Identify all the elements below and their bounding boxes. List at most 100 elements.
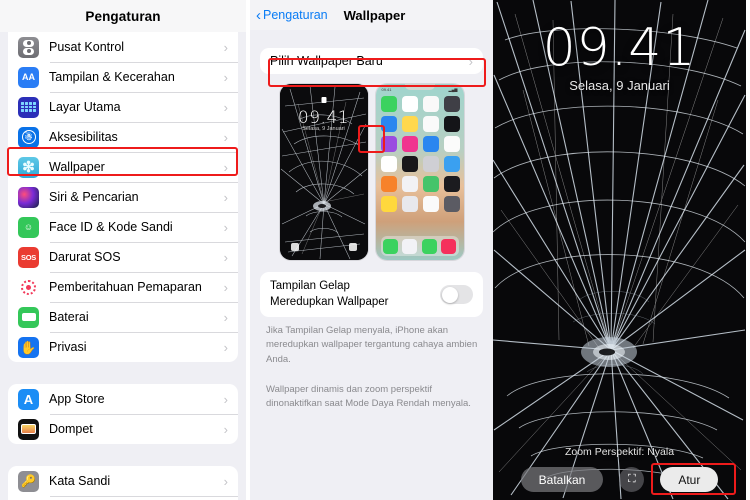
dark-mode-dim-wallpaper-row[interactable]: Tampilan Gelap Meredupkan Wallpaper <box>260 272 483 318</box>
app-icon-health-2[interactable] <box>380 156 397 172</box>
preview-time: 09.41 <box>297 108 350 128</box>
app-icon-settings[interactable] <box>422 156 439 172</box>
control-center-icon <box>18 36 39 58</box>
sidebar-item-label: Layar Utama <box>49 100 121 114</box>
exposure-notification-icon <box>18 276 39 298</box>
sidebar-item-app-store[interactable]: A App Store › <box>8 384 238 414</box>
wallpaper-nav-bar: ‹ Pengaturan Wallpaper <box>250 0 493 30</box>
app-icon-clock[interactable] <box>443 116 460 132</box>
app-icon-files[interactable] <box>401 196 418 212</box>
sidebar-item-siri-pencarian[interactable]: Siri & Pencarian › <box>8 182 238 212</box>
toggle-knob <box>441 286 458 303</box>
group-separator <box>0 444 246 466</box>
status-indicators: ▂▄▆ <box>448 87 458 92</box>
chevron-right-icon: › <box>223 473 228 489</box>
app-icon-shortcuts[interactable] <box>443 196 460 212</box>
back-button[interactable]: ‹ Pengaturan <box>256 8 328 23</box>
settings-scroll-area[interactable]: Pusat Kontrol › AA Tampilan & Kecerahan … <box>0 32 246 500</box>
preview-date: Selasa, 9 Januari <box>302 126 345 132</box>
siri-icon <box>18 186 39 208</box>
lock-screen-preview-thumb[interactable]: 09.41 Selasa, 9 Januari <box>279 84 368 260</box>
home-dock <box>380 236 459 256</box>
app-icon-facetime[interactable] <box>380 96 397 112</box>
app-icon-health[interactable] <box>443 136 460 152</box>
sidebar-item-wallpaper[interactable]: ❇ Wallpaper › <box>8 152 238 182</box>
app-icon-maps[interactable] <box>422 196 439 212</box>
sidebar-item-darurat-sos[interactable]: SOS Darurat SOS › <box>8 242 238 272</box>
status-time: 09.41 <box>381 87 392 92</box>
chevron-right-icon: › <box>223 159 228 175</box>
sidebar-item-face-id[interactable]: ☺ Face ID & Kode Sandi › <box>8 212 238 242</box>
back-button-label: Pengaturan <box>263 8 328 22</box>
sidebar-item-label: Privasi <box>49 340 87 354</box>
sidebar-item-baterai[interactable]: Baterai › <box>8 302 238 332</box>
sidebar-item-privasi[interactable]: ✋ Privasi › <box>8 332 238 362</box>
app-icon-photos[interactable] <box>422 96 439 112</box>
app-icon-mail[interactable] <box>380 116 397 132</box>
sidebar-item-label: Tampilan & Kecerahan <box>49 70 175 84</box>
perspective-zoom-status: Zoom Perspektif: Nyala <box>564 446 675 458</box>
sidebar-item-pemberitahuan-pemaparan[interactable]: Pemberitahuan Pemaparan › <box>8 272 238 302</box>
dark-mode-note: Jika Tampilan Gelap menyala, iPhone akan… <box>266 325 478 365</box>
chevron-right-icon: › <box>223 219 228 235</box>
perspective-zoom-icon[interactable]: ⛶ <box>619 467 645 492</box>
app-store-icon: A <box>18 388 39 410</box>
home-app-grid <box>380 96 460 212</box>
choose-new-wallpaper-button[interactable]: Pilih Wallpaper Baru › <box>260 48 483 74</box>
chevron-right-icon: › <box>468 53 473 69</box>
app-icon-app-store[interactable] <box>422 136 439 152</box>
sidebar-item-label: Face ID & Kode Sandi <box>49 220 173 234</box>
app-icon-podcasts[interactable] <box>380 136 397 152</box>
sidebar-item-label: Aksesibilitas <box>49 130 118 144</box>
app-icon-phone[interactable] <box>382 238 398 254</box>
page-title: Wallpaper <box>343 7 406 23</box>
lock-glyph-icon <box>321 97 326 103</box>
passwords-key-icon: 🔑 <box>18 470 39 492</box>
chevron-right-icon: › <box>223 129 228 145</box>
app-icon-calendar[interactable] <box>401 96 418 112</box>
app-icon-reminders[interactable] <box>422 116 439 132</box>
preview-status-bar: 09.41 ▂▄▆ <box>382 87 458 92</box>
lock-screen-action-bar: Batalkan ⛶ Atur <box>493 467 746 492</box>
sidebar-item-mail[interactable]: ✉ Mail › <box>8 496 238 500</box>
dark-mode-toggle[interactable] <box>440 285 473 305</box>
wallet-icon <box>18 418 39 440</box>
app-icon-maps-app[interactable] <box>422 176 439 192</box>
app-icon-messages[interactable] <box>421 238 437 254</box>
settings-header-title: Pengaturan <box>0 0 246 32</box>
app-icon-safari[interactable] <box>402 238 418 254</box>
settings-panel: Pengaturan Pusat Kontrol › AA Tampilan &… <box>0 0 246 500</box>
camera-icon <box>348 243 357 251</box>
screenshot-root: Pengaturan Pusat Kontrol › AA Tampilan &… <box>0 0 750 500</box>
set-button[interactable]: Atur <box>660 467 719 492</box>
sos-icon: SOS <box>18 246 39 268</box>
settings-group-3: 🔑 Kata Sandi › ✉ Mail › <box>8 466 238 500</box>
sidebar-item-tampilan-kecerahan[interactable]: AA Tampilan & Kecerahan › <box>8 62 238 92</box>
dynamic-wallpaper-note: Wallpaper dinamis dan zoom perspektif di… <box>266 383 471 410</box>
sidebar-item-label: Pemberitahuan Pemaparan <box>49 280 202 294</box>
app-icon-wallet[interactable] <box>401 156 418 172</box>
sidebar-item-aksesibilitas[interactable]: ☃ Aksesibilitas › <box>8 122 238 152</box>
app-icon-itunes-store[interactable] <box>401 136 418 152</box>
sidebar-item-layar-utama[interactable]: Layar Utama › <box>8 92 238 122</box>
sidebar-item-pusat-kontrol[interactable]: Pusat Kontrol › <box>8 32 238 62</box>
home-screen-preview-thumb[interactable]: 09.41 ▂▄▆ <box>375 84 464 260</box>
app-icon-tips[interactable] <box>380 196 397 212</box>
app-icon-books[interactable] <box>380 176 397 192</box>
chevron-left-icon: ‹ <box>256 6 261 24</box>
sidebar-item-kata-sandi[interactable]: 🔑 Kata Sandi › <box>8 466 238 496</box>
app-icon-tv[interactable] <box>401 176 418 192</box>
settings-group-1: Pusat Kontrol › AA Tampilan & Kecerahan … <box>8 32 238 362</box>
lock-screen-time: 09.41 <box>542 18 697 78</box>
sidebar-item-dompet[interactable]: Dompet › <box>8 414 238 444</box>
cancel-button[interactable]: Batalkan <box>520 467 604 492</box>
app-icon-watch[interactable] <box>443 176 460 192</box>
choose-new-wallpaper-label: Pilih Wallpaper Baru <box>270 54 383 68</box>
chevron-right-icon: › <box>223 279 228 295</box>
app-icon-notes[interactable] <box>401 116 418 132</box>
app-icon-weather[interactable] <box>443 156 460 172</box>
chevron-right-icon: › <box>223 99 228 115</box>
dark-mode-label-line1: Tampilan Gelap <box>270 280 350 292</box>
app-icon-camera[interactable] <box>443 96 460 112</box>
app-icon-music[interactable] <box>441 238 457 254</box>
